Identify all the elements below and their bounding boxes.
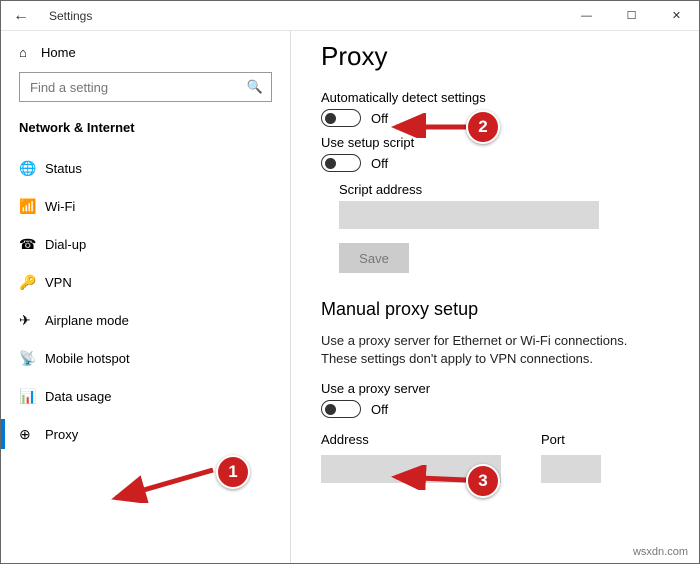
auto-detect-state: Off [371,111,388,126]
home-icon [19,45,41,60]
wifi-icon [19,198,45,215]
annotation-badge-1: 1 [216,455,250,489]
sidebar-item-label: VPN [45,275,72,290]
sidebar-item-label: Status [45,161,82,176]
auto-detect-toggle[interactable] [321,109,361,127]
setup-script-state: Off [371,156,388,171]
save-button[interactable]: Save [339,243,409,273]
annotation-badge-2: 2 [466,110,500,144]
sidebar-item-label: Data usage [45,389,112,404]
home-link[interactable]: Home [19,45,272,60]
sidebar-item-dial-up[interactable]: Dial-up [19,225,272,263]
annotation-badge-3: 3 [466,464,500,498]
script-address-input[interactable] [339,201,599,229]
search-box[interactable]: 🔍 [19,72,272,102]
sidebar-item-label: Proxy [45,427,78,442]
sidebar-item-wi-fi[interactable]: Wi-Fi [19,187,272,225]
use-proxy-label: Use a proxy server [321,381,669,396]
manual-heading: Manual proxy setup [321,299,669,320]
sidebar-item-mobile-hotspot[interactable]: Mobile hotspot [19,339,272,377]
port-label: Port [541,432,601,447]
page-title: Proxy [321,41,669,72]
use-proxy-toggle[interactable] [321,400,361,418]
annotation-arrow-1 [108,448,218,503]
settings-window: ← Settings Home 🔍 Network & Internet Sta… [0,0,700,564]
plane-icon [19,312,45,329]
proxy-icon [19,426,45,443]
content-area: Home 🔍 Network & Internet Status Wi-Fi Dia… [1,31,699,563]
dial-icon [19,236,45,253]
maximize-button[interactable] [609,1,654,31]
titlebar: ← Settings [1,1,699,31]
globe-icon [19,160,45,177]
sidebar-item-label: Airplane mode [45,313,129,328]
minimize-button[interactable] [564,1,609,31]
close-button[interactable] [654,1,699,31]
hotspot-icon [19,350,45,367]
sidebar-item-label: Wi-Fi [45,199,75,214]
sidebar-item-label: Mobile hotspot [45,351,130,366]
vpn-icon [19,274,45,291]
sidebar-item-vpn[interactable]: VPN [19,263,272,301]
search-icon: 🔍 [247,79,263,95]
sidebar-item-airplane-mode[interactable]: Airplane mode [19,301,272,339]
window-controls [564,1,699,31]
use-proxy-state: Off [371,402,388,417]
sidebar-item-label: Dial-up [45,237,86,252]
address-label: Address [321,432,501,447]
watermark: wsxdn.com [633,546,688,558]
script-address-label: Script address [339,182,669,197]
category-title: Network & Internet [19,120,272,135]
sidebar-item-status[interactable]: Status [19,149,272,187]
search-input[interactable] [28,79,247,96]
data-icon [19,388,45,405]
nav-list: Status Wi-Fi Dial-up VPN Airplane mode Mobile… [19,149,272,453]
sidebar-item-data-usage[interactable]: Data usage [19,377,272,415]
auto-detect-label: Automatically detect settings [321,90,669,105]
annotation-arrow-2 [390,113,470,138]
port-input[interactable] [541,455,601,483]
manual-description: Use a proxy server for Ethernet or Wi-Fi… [321,332,641,367]
window-title: Settings [41,9,564,23]
back-button[interactable]: ← [1,7,41,25]
annotation-arrow-3 [390,465,470,490]
home-label: Home [41,45,76,60]
setup-script-toggle[interactable] [321,154,361,172]
